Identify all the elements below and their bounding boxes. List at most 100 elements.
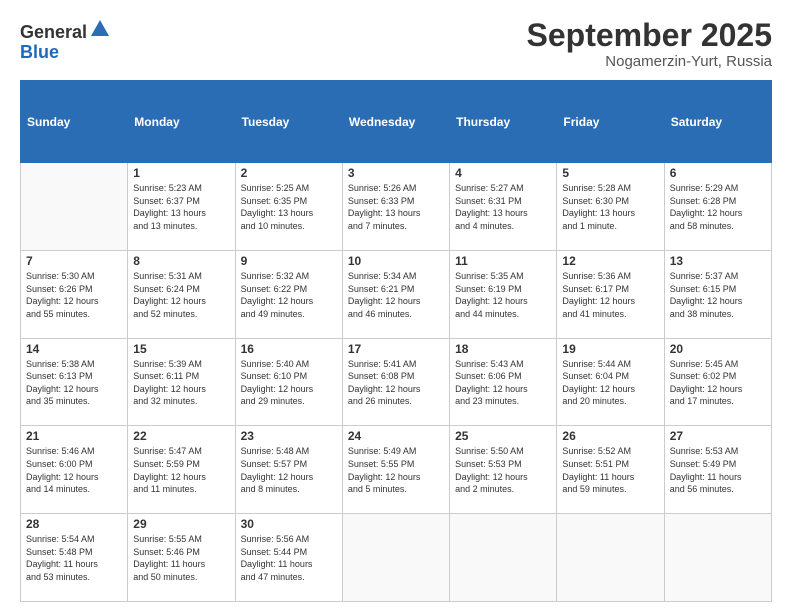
day-info: Sunrise: 5:31 AM Sunset: 6:24 PM Dayligh… [133,270,229,320]
month-title: September 2025 [527,18,772,53]
calendar-cell: 8 Sunrise: 5:31 AM Sunset: 6:24 PM Daylig… [128,250,235,338]
calendar-week-3: 21 Sunrise: 5:46 AM Sunset: 6:00 PM Dayli… [21,426,772,514]
day-info: Sunrise: 5:39 AM Sunset: 6:11 PM Dayligh… [133,358,229,408]
calendar-cell: 25 Sunrise: 5:50 AM Sunset: 5:53 PM Dayli… [450,426,557,514]
calendar-cell: 13 Sunrise: 5:37 AM Sunset: 6:15 PM Dayli… [664,250,771,338]
day-info: Sunrise: 5:43 AM Sunset: 6:06 PM Dayligh… [455,358,551,408]
calendar-cell: 15 Sunrise: 5:39 AM Sunset: 6:11 PM Dayli… [128,338,235,426]
weekday-header-friday: Friday [557,81,664,163]
day-info: Sunrise: 5:36 AM Sunset: 6:17 PM Dayligh… [562,270,658,320]
day-number: 18 [455,342,551,356]
weekday-header-wednesday: Wednesday [342,81,449,163]
weekday-header-monday: Monday [128,81,235,163]
day-info: Sunrise: 5:53 AM Sunset: 5:49 PM Dayligh… [670,445,766,495]
calendar-cell [450,514,557,602]
logo-text: General Blue [20,18,111,63]
day-number: 10 [348,254,444,268]
day-info: Sunrise: 5:34 AM Sunset: 6:21 PM Dayligh… [348,270,444,320]
day-number: 23 [241,429,337,443]
logo-blue: Blue [20,42,59,62]
day-info: Sunrise: 5:56 AM Sunset: 5:44 PM Dayligh… [241,533,337,583]
calendar-cell: 24 Sunrise: 5:49 AM Sunset: 5:55 PM Dayli… [342,426,449,514]
day-info: Sunrise: 5:23 AM Sunset: 6:37 PM Dayligh… [133,182,229,232]
day-number: 30 [241,517,337,531]
logo-icon [89,18,111,40]
calendar-cell: 26 Sunrise: 5:52 AM Sunset: 5:51 PM Dayli… [557,426,664,514]
day-number: 6 [670,166,766,180]
day-number: 27 [670,429,766,443]
day-info: Sunrise: 5:47 AM Sunset: 5:59 PM Dayligh… [133,445,229,495]
weekday-header-sunday: Sunday [21,81,128,163]
day-info: Sunrise: 5:54 AM Sunset: 5:48 PM Dayligh… [26,533,122,583]
day-number: 13 [670,254,766,268]
day-info: Sunrise: 5:30 AM Sunset: 6:26 PM Dayligh… [26,270,122,320]
day-number: 11 [455,254,551,268]
day-number: 24 [348,429,444,443]
calendar-table: SundayMondayTuesdayWednesdayThursdayFrid… [20,80,772,602]
day-info: Sunrise: 5:52 AM Sunset: 5:51 PM Dayligh… [562,445,658,495]
calendar-cell: 5 Sunrise: 5:28 AM Sunset: 6:30 PM Daylig… [557,163,664,251]
day-number: 25 [455,429,551,443]
day-number: 26 [562,429,658,443]
day-info: Sunrise: 5:26 AM Sunset: 6:33 PM Dayligh… [348,182,444,232]
day-info: Sunrise: 5:50 AM Sunset: 5:53 PM Dayligh… [455,445,551,495]
calendar-cell [342,514,449,602]
header: General Blue September 2025 Nogamerzin-Y… [20,18,772,70]
calendar-cell: 9 Sunrise: 5:32 AM Sunset: 6:22 PM Daylig… [235,250,342,338]
calendar-cell: 27 Sunrise: 5:53 AM Sunset: 5:49 PM Dayli… [664,426,771,514]
day-number: 29 [133,517,229,531]
day-info: Sunrise: 5:35 AM Sunset: 6:19 PM Dayligh… [455,270,551,320]
day-info: Sunrise: 5:37 AM Sunset: 6:15 PM Dayligh… [670,270,766,320]
logo-general: General [20,22,87,42]
calendar-cell: 12 Sunrise: 5:36 AM Sunset: 6:17 PM Dayli… [557,250,664,338]
day-info: Sunrise: 5:32 AM Sunset: 6:22 PM Dayligh… [241,270,337,320]
calendar-cell: 2Sunrise: 5:25 AM Sunset: 6:35 PM Daylig… [235,163,342,251]
calendar-cell: 3 Sunrise: 5:26 AM Sunset: 6:33 PM Daylig… [342,163,449,251]
location-subtitle: Nogamerzin-Yurt, Russia [527,53,772,70]
day-number: 3 [348,166,444,180]
day-info: Sunrise: 5:27 AM Sunset: 6:31 PM Dayligh… [455,182,551,232]
day-number: 9 [241,254,337,268]
calendar-week-4: 28 Sunrise: 5:54 AM Sunset: 5:48 PM Dayli… [21,514,772,602]
page: General Blue September 2025 Nogamerzin-Y… [0,0,792,612]
logo: General Blue [20,18,111,63]
day-info: Sunrise: 5:46 AM Sunset: 6:00 PM Dayligh… [26,445,122,495]
calendar-cell [557,514,664,602]
day-info: Sunrise: 5:55 AM Sunset: 5:46 PM Dayligh… [133,533,229,583]
calendar-cell: 16 Sunrise: 5:40 AM Sunset: 6:10 PM Dayli… [235,338,342,426]
day-number: 17 [348,342,444,356]
day-info: Sunrise: 5:49 AM Sunset: 5:55 PM Dayligh… [348,445,444,495]
day-number: 12 [562,254,658,268]
day-number: 16 [241,342,337,356]
calendar-body: 1Sunrise: 5:23 AM Sunset: 6:37 PM Daylig… [21,163,772,602]
calendar-week-1: 7 Sunrise: 5:30 AM Sunset: 6:26 PM Daylig… [21,250,772,338]
calendar-cell: 11 Sunrise: 5:35 AM Sunset: 6:19 PM Dayli… [450,250,557,338]
day-info: Sunrise: 5:40 AM Sunset: 6:10 PM Dayligh… [241,358,337,408]
calendar-cell: 21 Sunrise: 5:46 AM Sunset: 6:00 PM Dayli… [21,426,128,514]
calendar-cell: 19Sunrise: 5:44 AM Sunset: 6:04 PM Dayli… [557,338,664,426]
calendar-cell: 30 Sunrise: 5:56 AM Sunset: 5:44 PM Dayli… [235,514,342,602]
calendar-cell: 10 Sunrise: 5:34 AM Sunset: 6:21 PM Dayli… [342,250,449,338]
calendar-cell: 22Sunrise: 5:47 AM Sunset: 5:59 PM Dayli… [128,426,235,514]
calendar-cell: 4Sunrise: 5:27 AM Sunset: 6:31 PM Daylig… [450,163,557,251]
day-info: Sunrise: 5:44 AM Sunset: 6:04 PM Dayligh… [562,358,658,408]
calendar-cell: 14Sunrise: 5:38 AM Sunset: 6:13 PM Dayli… [21,338,128,426]
day-number: 8 [133,254,229,268]
day-number: 5 [562,166,658,180]
day-number: 21 [26,429,122,443]
day-number: 15 [133,342,229,356]
day-info: Sunrise: 5:38 AM Sunset: 6:13 PM Dayligh… [26,358,122,408]
calendar-cell [21,163,128,251]
calendar-cell: 17Sunrise: 5:41 AM Sunset: 6:08 PM Dayli… [342,338,449,426]
day-info: Sunrise: 5:45 AM Sunset: 6:02 PM Dayligh… [670,358,766,408]
calendar-week-0: 1Sunrise: 5:23 AM Sunset: 6:37 PM Daylig… [21,163,772,251]
calendar-cell: 1Sunrise: 5:23 AM Sunset: 6:37 PM Daylig… [128,163,235,251]
day-number: 28 [26,517,122,531]
day-info: Sunrise: 5:25 AM Sunset: 6:35 PM Dayligh… [241,182,337,232]
calendar-cell: 7 Sunrise: 5:30 AM Sunset: 6:26 PM Daylig… [21,250,128,338]
day-number: 7 [26,254,122,268]
day-info: Sunrise: 5:29 AM Sunset: 6:28 PM Dayligh… [670,182,766,232]
day-info: Sunrise: 5:28 AM Sunset: 6:30 PM Dayligh… [562,182,658,232]
calendar-cell: 29 Sunrise: 5:55 AM Sunset: 5:46 PM Dayli… [128,514,235,602]
calendar-cell: 20Sunrise: 5:45 AM Sunset: 6:02 PM Dayli… [664,338,771,426]
